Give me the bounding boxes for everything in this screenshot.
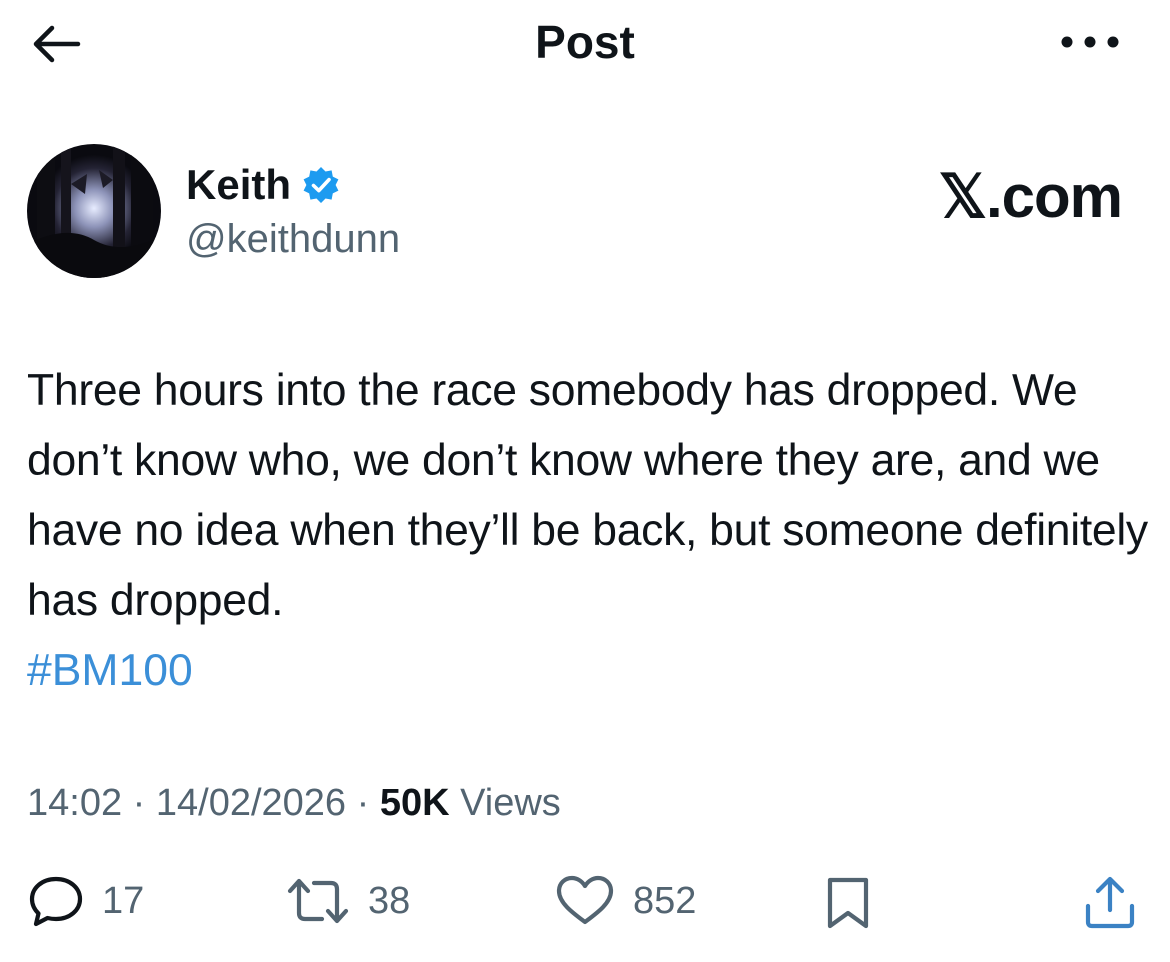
post-time: 14:02 bbox=[27, 782, 123, 824]
reply-count: 17 bbox=[102, 879, 145, 922]
like-button[interactable]: 852 bbox=[555, 875, 696, 927]
post-date: 14/02/2026 bbox=[155, 782, 347, 824]
brand-watermark: 𝕏.com bbox=[938, 163, 1123, 230]
reply-icon bbox=[29, 876, 83, 927]
hashtag-link[interactable]: #BM100 bbox=[27, 636, 193, 706]
reply-button[interactable]: 17 bbox=[28, 875, 144, 927]
author-name-row[interactable]: Keith bbox=[186, 160, 341, 210]
like-count: 852 bbox=[633, 879, 697, 922]
share-button[interactable] bbox=[1082, 874, 1138, 930]
repost-count: 38 bbox=[368, 879, 411, 922]
meta-separator: · bbox=[346, 782, 380, 824]
page-title: Post bbox=[535, 16, 635, 68]
repost-button[interactable]: 38 bbox=[286, 875, 410, 927]
views-count[interactable]: 50K bbox=[380, 782, 450, 824]
more-horizontal-icon bbox=[1061, 36, 1119, 48]
avatar[interactable] bbox=[27, 144, 161, 278]
author-handle[interactable]: @keithdunn bbox=[186, 215, 400, 263]
repost-icon bbox=[287, 878, 349, 924]
views-label: Views bbox=[449, 782, 561, 824]
author-name[interactable]: Keith bbox=[186, 160, 291, 210]
post-text: Three hours into the race somebody has d… bbox=[27, 366, 1148, 625]
meta-separator: · bbox=[122, 782, 156, 824]
heart-icon bbox=[556, 875, 614, 925]
bookmark-icon bbox=[827, 877, 869, 929]
bookmark-button[interactable] bbox=[822, 876, 874, 930]
verified-badge-icon bbox=[303, 167, 339, 203]
share-icon bbox=[1085, 876, 1135, 929]
more-options-button[interactable] bbox=[1050, 20, 1130, 64]
post-meta: 14:02 · 14/02/2026 · 50K Views bbox=[27, 778, 561, 828]
avatar-image bbox=[27, 144, 161, 278]
